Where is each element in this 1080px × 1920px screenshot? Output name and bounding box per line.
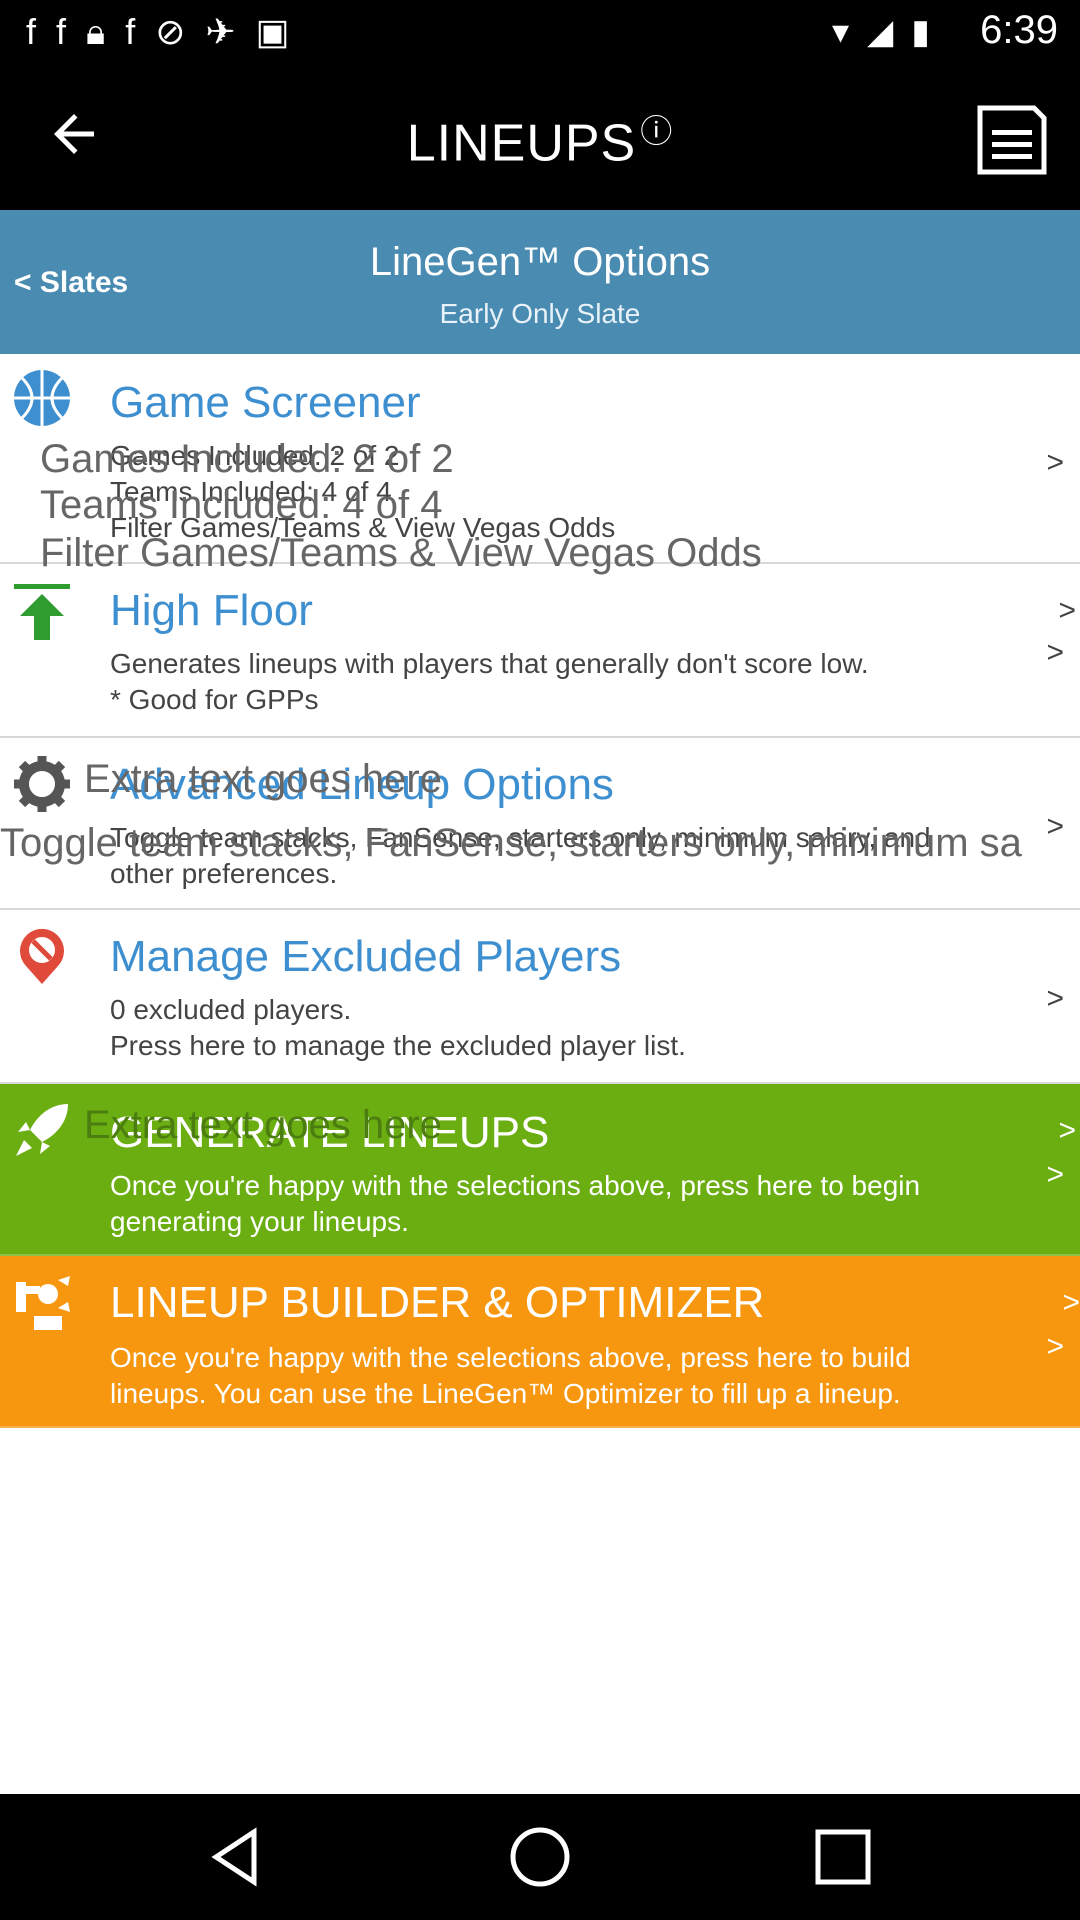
satellite-icon: ✈︎ — [205, 11, 236, 52]
arrow-up-icon — [14, 584, 70, 640]
generate-lineups-row[interactable]: GENERATE LINEUPS Once you're happy with … — [0, 1084, 1080, 1256]
robot-arm-icon — [16, 1276, 70, 1330]
excluded-players-title: Manage Excluded Players — [110, 932, 622, 981]
facebook-icon: f — [26, 11, 37, 52]
recents-nav-icon[interactable] — [810, 1824, 876, 1890]
high-floor-row[interactable]: High Floor Generates lineups with player… — [0, 564, 1080, 738]
system-nav-bar — [0, 1794, 1080, 1920]
advanced-options-ghost-2: Toggle team stacks, FanSense, starters o… — [0, 821, 1022, 865]
facebook-icon: f — [125, 11, 136, 52]
high-floor-desc: Generates lineups with players that gene… — [110, 648, 869, 715]
game-screener-row[interactable]: Game Screener Games Included: 2 of 2 Tea… — [0, 354, 1080, 575]
header-title: LineGen™ Options — [369, 240, 711, 284]
block-icon: ⊘ — [155, 11, 186, 52]
gear-icon — [14, 756, 70, 812]
chevron-right-icon: > — [1046, 636, 1064, 669]
options-header: < Slates LineGen™ Options Early Only Sla… — [0, 210, 1080, 354]
battery-icon: ▮ — [911, 13, 930, 51]
notification-icons: f f 🔒︎ f ⊘ ✈︎ ▣ — [26, 10, 290, 54]
chevron-right-icon: > — [1046, 982, 1064, 1015]
excluded-players-row[interactable]: Manage Excluded Players 0 excluded playe… — [0, 910, 1080, 1084]
chevron-right-icon: > — [1046, 1158, 1064, 1191]
advanced-options-row[interactable]: Advanced Lineup Options Toggle team stac… — [0, 738, 1080, 910]
system-icons: ▾ ◢ ▮ — [832, 12, 930, 52]
status-bar: f f 🔒︎ f ⊘ ✈︎ ▣ ▾ ◢ ▮ 6:39 — [0, 0, 1080, 64]
high-floor-title: High Floor — [110, 586, 313, 635]
home-nav-icon[interactable] — [507, 1824, 573, 1890]
back-nav-icon[interactable] — [204, 1824, 270, 1890]
page-title: LINEUPS ⓘ — [0, 106, 1080, 173]
game-screener-title: Game Screener — [110, 378, 421, 427]
document-icon[interactable] — [974, 104, 1048, 176]
chevron-right-icon: > — [1058, 1114, 1076, 1147]
chevron-right-icon: > — [1062, 1286, 1080, 1319]
lineup-builder-row[interactable]: LINEUP BUILDER & OPTIMIZER Once you're h… — [0, 1256, 1080, 1428]
basketball-icon — [14, 370, 70, 426]
app-bar: LINEUPS ⓘ — [0, 64, 1080, 210]
excluded-players-desc: 0 excluded players. Press here to manage… — [110, 994, 686, 1061]
android-icon: ▣ — [255, 11, 290, 52]
game-screener-ghost-2: Teams Included: 4 of 4 — [40, 483, 443, 527]
game-screener-ghost-1: Games Included: 2 of 2 — [40, 437, 454, 481]
facebook-icon: f — [56, 11, 67, 52]
chevron-right-icon: > — [1046, 810, 1064, 843]
generate-lineups-desc: Once you're happy with the selections ab… — [110, 1170, 921, 1237]
wifi-icon: ▾ — [832, 13, 850, 51]
clock: 6:39 — [980, 8, 1058, 52]
chevron-right-icon: > — [1046, 1330, 1064, 1363]
no-entry-pin-icon — [20, 928, 64, 984]
page-title-text: LINEUPS — [406, 114, 637, 173]
generate-lineups-ghost: Extra text goes here — [84, 1103, 442, 1147]
lock-icon: 🔒︎ — [86, 11, 106, 52]
lineup-builder-title: LINEUP BUILDER & OPTIMIZER — [110, 1278, 765, 1327]
lineup-builder-desc: Once you're happy with the selections ab… — [110, 1342, 911, 1409]
rocket-icon — [16, 1104, 68, 1156]
info-icon[interactable]: ⓘ — [640, 113, 673, 149]
advanced-options-ghost-1: Extra text goes here — [84, 757, 442, 801]
chevron-right-icon: > — [1058, 594, 1076, 627]
header-subtitle: Early Only Slate — [439, 298, 641, 329]
signal-icon: ◢ — [867, 13, 894, 51]
chevron-right-icon: > — [1046, 446, 1064, 479]
